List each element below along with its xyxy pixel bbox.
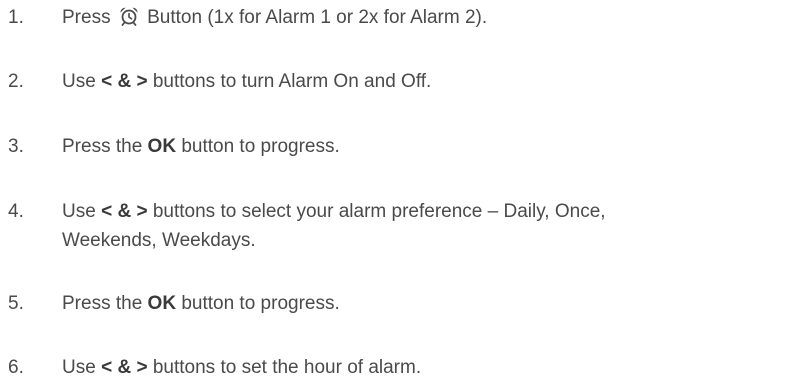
- step-text: Press the OK button to progress.: [62, 135, 340, 159]
- step-text: Press the OK button to progress.: [62, 292, 340, 316]
- step-text-after: button to progress.: [176, 293, 340, 314]
- step-text: Press Button (1x for Alarm 1 or 2x for A…: [62, 6, 487, 30]
- step-text-after: Button (1x for Alarm 1 or 2x for Alarm 2…: [141, 7, 488, 28]
- ok-button-label: OK: [147, 293, 177, 314]
- step-number: 4.: [8, 201, 24, 222]
- alarm-clock-icon: [120, 7, 138, 26]
- step-text: Use < & > buttons to select your alarm p…: [62, 200, 606, 224]
- step-text-before: Use: [62, 201, 102, 222]
- instruction-list: 1. Press Button (1x for Alarm 1 or 2x fo…: [0, 0, 804, 383]
- arrow-buttons-label: < & >: [101, 357, 148, 378]
- step-text-before: Press the: [62, 293, 148, 314]
- ok-button-label: OK: [147, 136, 177, 157]
- step-text: Use < & > buttons to turn Alarm On and O…: [62, 70, 431, 94]
- step-text-before: Press the: [62, 136, 148, 157]
- step-number: 1.: [8, 7, 24, 28]
- step-number: 2.: [8, 71, 24, 92]
- step-text-after: buttons to turn Alarm On and Off.: [147, 71, 432, 92]
- step-text-after: buttons to select your alarm preference …: [147, 201, 606, 222]
- step-text-after: buttons to set the hour of alarm.: [147, 357, 422, 378]
- step-text: Use < & > buttons to set the hour of ala…: [62, 356, 421, 380]
- step-number: 5.: [8, 293, 24, 314]
- step-text-continuation: Weekends, Weekdays.: [62, 230, 256, 251]
- step-text-after: button to progress.: [176, 136, 340, 157]
- step-text-before: Use: [62, 71, 102, 92]
- arrow-buttons-label: < & >: [101, 71, 148, 92]
- step-number: 3.: [8, 136, 24, 157]
- arrow-buttons-label: < & >: [101, 201, 148, 222]
- step-number: 6.: [8, 357, 24, 378]
- step-text-before: Use: [62, 357, 102, 378]
- step-text-before: Press: [62, 7, 116, 28]
